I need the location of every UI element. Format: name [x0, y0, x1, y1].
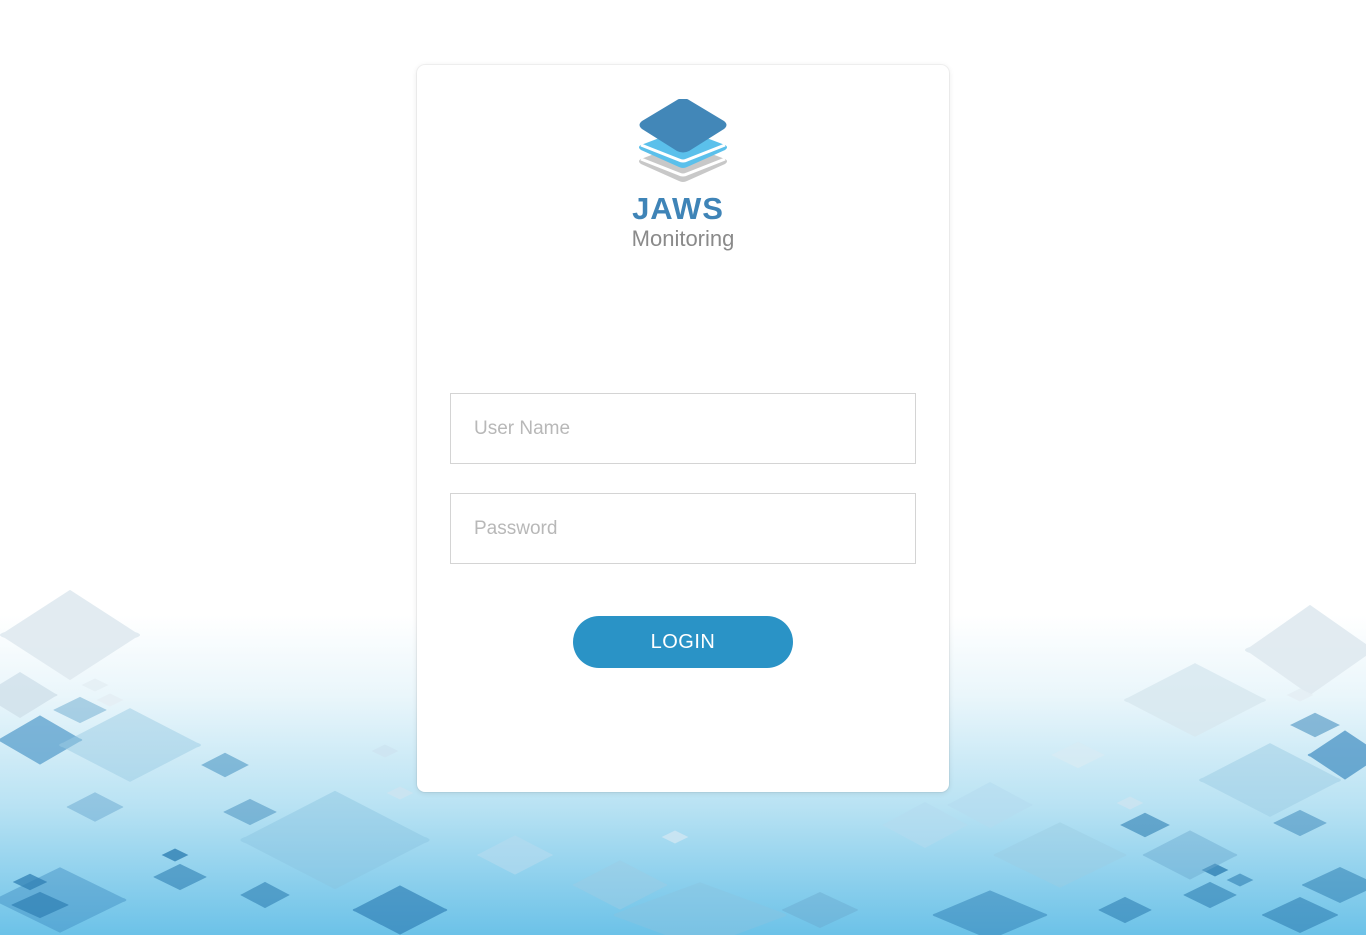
logo: JAWS Monitoring	[417, 95, 949, 255]
password-input[interactable]	[450, 493, 916, 564]
brand-name: JAWS	[632, 191, 724, 226]
login-button[interactable]: LOGIN	[573, 616, 793, 668]
brand-subtitle: Monitoring	[631, 226, 735, 251]
login-card: JAWS Monitoring LOGIN	[417, 65, 949, 792]
username-input[interactable]	[450, 393, 916, 464]
stacked-layers-icon	[637, 98, 729, 188]
login-page: JAWS Monitoring LOGIN	[0, 0, 1366, 935]
